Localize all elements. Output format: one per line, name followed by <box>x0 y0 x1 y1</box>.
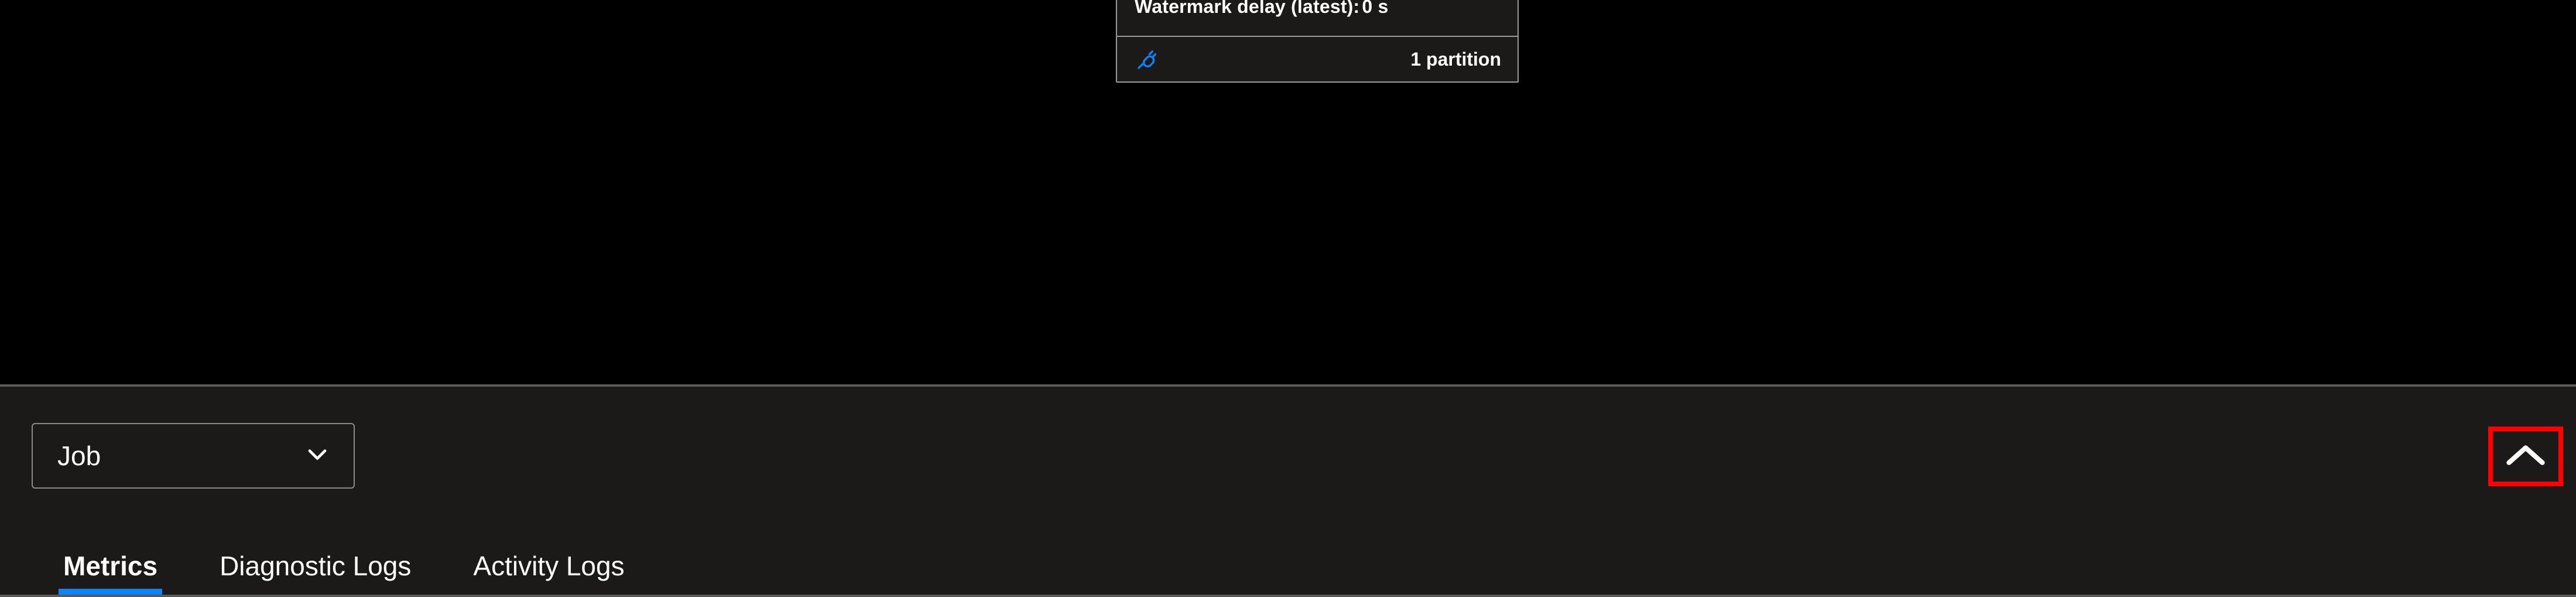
expand-panel-button[interactable] <box>2488 427 2563 486</box>
tab-label: Activity Logs <box>473 551 624 581</box>
chevron-down-icon <box>302 439 333 473</box>
tab-diagnostic-logs[interactable]: Diagnostic Logs <box>220 550 411 592</box>
bottom-panel: Job Metrics Diagnostic Logs Activity Log… <box>0 387 2576 597</box>
tab-activity-logs[interactable]: Activity Logs <box>473 550 624 592</box>
metric-label: Watermark delay (latest): <box>1135 0 1359 17</box>
chevron-up-icon <box>2503 441 2548 472</box>
node-metrics-block: Output events (sum):3543 Watermark delay… <box>1117 0 1517 36</box>
tab-label: Diagnostic Logs <box>220 551 411 581</box>
scope-select[interactable]: Job <box>32 423 355 489</box>
panel-bottom-divider <box>0 595 2576 597</box>
metric-value: 0 s <box>1362 0 1388 17</box>
job-node-card[interactable]: Output events (sum):3543 Watermark delay… <box>1116 0 1519 83</box>
tab-metrics[interactable]: Metrics <box>63 550 157 592</box>
canvas-area[interactable]: Output events (sum):3543 Watermark delay… <box>0 0 2576 384</box>
plug-icon <box>1136 47 1159 71</box>
metric-row: Watermark delay (latest):0 s <box>1135 0 1500 19</box>
node-footer-bar: 1 partition <box>1117 36 1517 81</box>
tabs-row: Metrics Diagnostic Logs Activity Logs <box>63 550 625 592</box>
tab-label: Metrics <box>63 551 157 581</box>
scope-row: Job <box>32 423 355 489</box>
partition-count: 1 partition <box>1410 49 1501 70</box>
scope-select-value: Job <box>57 440 101 472</box>
